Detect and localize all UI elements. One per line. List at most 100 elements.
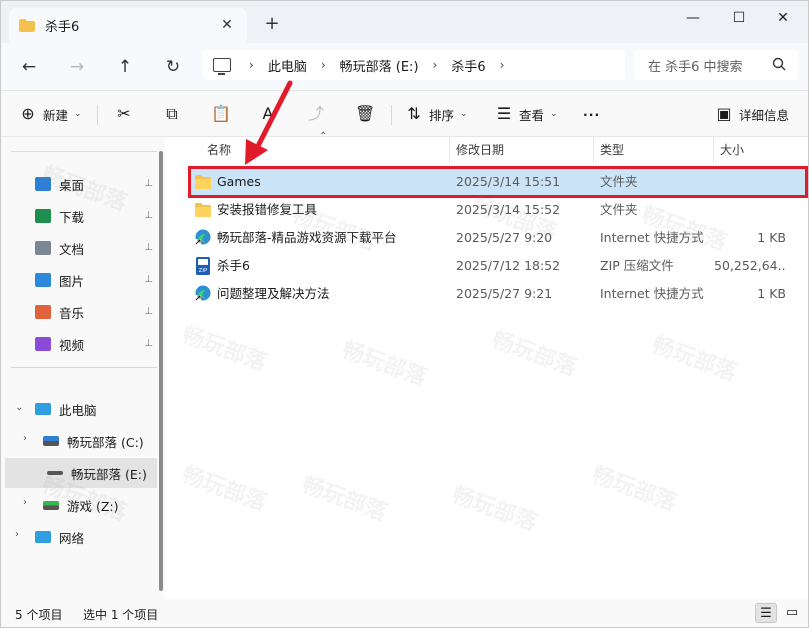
copy-button[interactable]: ⧉ — [163, 103, 187, 125]
chevron-down-icon: ⌄ — [460, 109, 468, 119]
sidebar-item-label: 网络 — [59, 530, 85, 546]
file-row[interactable]: 问题整理及解决方法 2025/5/27 9:21 Internet 快捷方式 1 KB — [191, 281, 805, 307]
share-button[interactable]: ⤴ — [307, 103, 331, 125]
command-bar: ⊕ 新建 ⌄ ✂ ⧉ 📋 A ⤴ 🗑 ⇅ 排序 ⌄ ☰ 查看 ⌄ ··· ▣ 详… — [1, 91, 808, 137]
more-options-button[interactable]: ··· — [583, 103, 600, 125]
sidebar-item-drive-e[interactable]: 畅玩部落 (E:) — [5, 458, 157, 488]
file-date: 2025/3/14 15:52 — [456, 202, 561, 217]
maximize-button[interactable]: ☐ — [719, 7, 759, 29]
up-button[interactable]: ↑ — [113, 55, 137, 79]
sidebar-item-desktop[interactable]: 桌面 ⊥ — [1, 169, 157, 199]
file-type: Internet 快捷方式 — [600, 230, 704, 245]
download-icon — [35, 209, 51, 223]
breadcrumb-folder[interactable]: 杀手6 — [451, 56, 485, 75]
network-icon — [35, 531, 51, 543]
file-row[interactable]: 畅玩部落-精品游戏资源下载平台 2025/5/27 9:20 Internet 快捷… — [191, 225, 805, 251]
sidebar-item-label: 畅玩部落 (C:) — [67, 434, 144, 450]
close-window-button[interactable]: ✕ — [763, 7, 803, 29]
tab-current[interactable]: 杀手6 ✕ — [9, 8, 247, 43]
divider — [97, 105, 98, 125]
forward-button[interactable]: → — [65, 55, 89, 79]
item-count: 5 个项目 — [15, 608, 63, 622]
sort-label: 排序 — [429, 107, 455, 123]
rename-icon: A — [262, 104, 274, 123]
file-row[interactable]: ZIP 杀手6 2025/7/12 18:52 ZIP 压缩文件 50,252,64..… — [191, 253, 805, 279]
search-input[interactable]: 在 杀手6 中搜索 — [634, 50, 798, 80]
pin-icon[interactable]: ⊥ — [144, 178, 153, 189]
plus-circle-icon: ⊕ — [21, 104, 35, 123]
sidebar-item-label: 游戏 (Z:) — [67, 498, 119, 514]
svg-text:ZIP: ZIP — [199, 268, 208, 274]
search-placeholder: 在 杀手6 中搜索 — [648, 59, 743, 75]
search-icon — [772, 57, 786, 71]
sort-button[interactable]: ⇅ 排序 ⌄ — [405, 103, 468, 125]
folder-icon — [195, 203, 211, 217]
tiles-view-icon[interactable]: ▭ — [781, 603, 803, 623]
sidebar-item-drive-z[interactable]: 游戏 (Z:) — [1, 490, 157, 520]
delete-button[interactable]: 🗑 — [355, 103, 379, 125]
edge-shortcut-icon — [195, 229, 211, 245]
minimize-button[interactable]: — — [673, 7, 713, 29]
column-header-size[interactable]: 大小 — [714, 137, 744, 163]
back-button[interactable]: ← — [17, 55, 41, 79]
sidebar-item-video[interactable]: 视频 ⊥ — [1, 329, 157, 359]
column-header-name[interactable]: 名称 — [201, 137, 231, 163]
sidebar-item-label: 桌面 — [59, 177, 85, 193]
tab-title: 杀手6 — [45, 20, 80, 35]
address-bar[interactable]: › 此电脑 › 畅玩部落 (E:) › 杀手6 › — [203, 50, 625, 80]
desktop-icon — [35, 177, 51, 191]
pin-icon[interactable]: ⊥ — [144, 338, 153, 349]
file-row[interactable]: Games 2025/3/14 15:51 文件夹 — [188, 166, 808, 198]
sidebar-item-music[interactable]: 音乐 ⊥ — [1, 297, 157, 327]
chevron-down-icon: ⌄ — [74, 109, 82, 119]
copy-icon: ⧉ — [166, 104, 178, 123]
music-icon — [35, 305, 51, 319]
pin-icon[interactable]: ⊥ — [144, 306, 153, 317]
sidebar-item-label: 音乐 — [59, 305, 85, 321]
file-date: 2025/5/27 9:20 — [456, 230, 553, 245]
sidebar-item-picture[interactable]: 图片 ⊥ — [1, 265, 157, 295]
details-pane-button[interactable]: ▣ 详细信息 — [715, 103, 789, 125]
pin-icon[interactable]: ⊥ — [144, 274, 153, 285]
new-label: 新建 — [43, 107, 69, 123]
sidebar-item-this-pc[interactable]: 此电脑 — [1, 394, 157, 424]
refresh-button[interactable]: ↻ — [161, 55, 185, 79]
system-drive-icon — [43, 436, 59, 446]
drive-icon — [47, 471, 63, 475]
pin-icon[interactable]: ⊥ — [144, 210, 153, 221]
file-type: ZIP 压缩文件 — [600, 258, 674, 273]
sidebar-item-drive-c[interactable]: 畅玩部落 (C:) — [1, 426, 157, 456]
breadcrumb-separator: › — [499, 58, 505, 72]
rename-button[interactable]: A — [259, 103, 283, 125]
column-header-date[interactable]: 修改日期 — [450, 137, 504, 163]
file-type: Internet 快捷方式 — [600, 286, 704, 301]
file-row[interactable]: 安装报错修复工具 2025/3/14 15:52 文件夹 — [191, 197, 805, 223]
cut-button[interactable]: ✂ — [115, 103, 139, 125]
file-size — [714, 169, 786, 195]
sidebar-item-label: 下载 — [59, 209, 85, 225]
file-date: 2025/5/27 9:21 — [456, 286, 553, 301]
pin-icon[interactable]: ⊥ — [144, 242, 153, 253]
breadcrumb-separator: › — [320, 58, 326, 72]
paste-button[interactable]: 📋 — [211, 103, 235, 125]
breadcrumb-drive-e[interactable]: 畅玩部落 (E:) — [340, 56, 419, 75]
details-label: 详细信息 — [739, 107, 790, 123]
sidebar-item-network[interactable]: 网络 — [1, 522, 157, 552]
view-button[interactable]: ☰ 查看 ⌄ — [495, 103, 558, 125]
new-tab-button[interactable]: + — [263, 15, 281, 33]
new-button[interactable]: ⊕ 新建 ⌄ — [19, 103, 82, 125]
column-header-type[interactable]: 类型 — [594, 137, 624, 163]
close-tab-icon[interactable]: ✕ — [219, 17, 235, 33]
details-view-icon[interactable]: ☰ — [755, 603, 777, 623]
breadcrumb-this-pc[interactable]: 此电脑 — [268, 56, 307, 75]
trash-icon: 🗑 — [355, 104, 376, 123]
file-name: 畅玩部落-精品游戏资源下载平台 — [217, 230, 397, 245]
sidebar-scrollbar[interactable] — [159, 151, 163, 591]
file-name: 安装报错修复工具 — [217, 202, 318, 217]
view-label: 查看 — [519, 107, 545, 123]
sort-icon: ⇅ — [407, 104, 421, 123]
sidebar-item-document[interactable]: 文档 ⊥ — [1, 233, 157, 263]
divider — [11, 151, 157, 152]
file-size — [714, 197, 786, 223]
sidebar-item-download[interactable]: 下载 ⊥ — [1, 201, 157, 231]
